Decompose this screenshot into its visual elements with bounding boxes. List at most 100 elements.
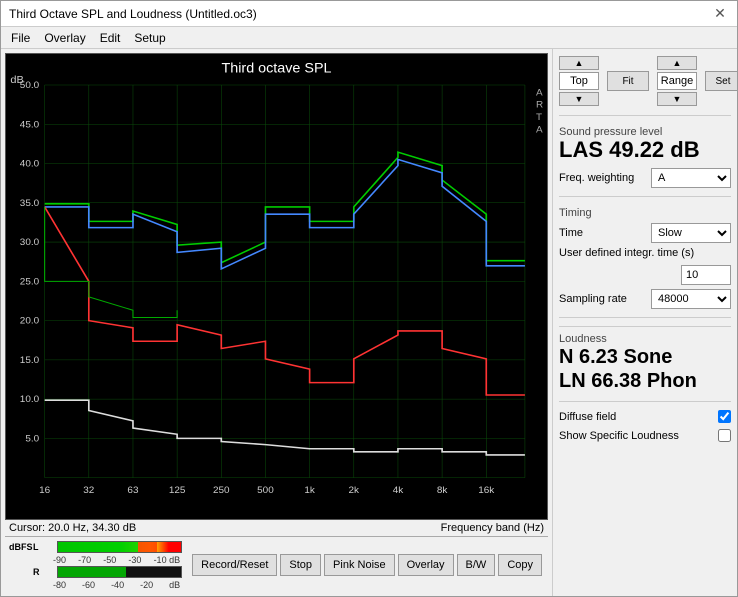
svg-text:30.0: 30.0 [20, 237, 39, 248]
diffuse-checkbox[interactable] [718, 410, 731, 423]
dbfs-label: dBFS [9, 542, 31, 552]
svg-text:5.0: 5.0 [25, 434, 39, 445]
svg-text:10.0: 10.0 [20, 395, 39, 406]
svg-text:45.0: 45.0 [20, 120, 39, 131]
overlay-button[interactable]: Overlay [398, 554, 454, 576]
divider-3 [559, 317, 731, 318]
loudness-section: Loudness N 6.23 Sone LN 66.38 Phon [559, 326, 731, 393]
tick-50: -50 [103, 555, 116, 565]
svg-text:A: A [536, 88, 543, 99]
freq-band-label: Frequency band (Hz) [441, 522, 544, 534]
pink-noise-button[interactable]: Pink Noise [324, 554, 395, 576]
level-row-top: dBFS L [9, 539, 182, 555]
l-meter [57, 541, 182, 553]
timing-section: Timing Time Slow Fast User defined integ… [559, 205, 731, 309]
tick-20: -20 [140, 580, 153, 590]
tick-40: -40 [111, 580, 124, 590]
set-control-group: Set [705, 55, 737, 107]
time-select[interactable]: Slow Fast [651, 223, 731, 243]
svg-text:8k: 8k [437, 485, 448, 496]
main-window: Third Octave SPL and Loudness (Untitled.… [0, 0, 738, 597]
menu-setup[interactable]: Setup [128, 29, 171, 47]
range-up-button[interactable]: ▲ [657, 56, 697, 70]
chart-svg: Third octave SPL dB A R T A [6, 54, 547, 519]
svg-text:16k: 16k [478, 485, 494, 496]
integr-input[interactable] [681, 265, 731, 285]
show-specific-checkbox[interactable] [718, 429, 731, 442]
tick-80: -80 [53, 580, 66, 590]
tick-90: -90 [53, 555, 66, 565]
svg-text:500: 500 [257, 485, 274, 496]
freq-weighting-row: Freq. weighting A B C Z [559, 168, 731, 188]
timing-label: Timing [559, 207, 731, 219]
svg-text:4k: 4k [393, 485, 404, 496]
copy-button[interactable]: Copy [498, 554, 542, 576]
show-specific-label: Show Specific Loudness [559, 430, 714, 442]
divider-1 [559, 115, 731, 116]
menu-overlay[interactable]: Overlay [38, 29, 91, 47]
svg-text:2k: 2k [349, 485, 360, 496]
record-reset-button[interactable]: Record/Reset [192, 554, 277, 576]
tick-70: -70 [78, 555, 91, 565]
svg-text:35.0: 35.0 [20, 198, 39, 209]
chart-area: Third octave SPL dB A R T A [1, 49, 552, 596]
svg-text:250: 250 [213, 485, 230, 496]
right-panel: ▲ Top ▼ Fit ▲ Range ▼ Set [552, 49, 737, 596]
top-control-group: ▲ Top ▼ [559, 56, 599, 106]
tick-30: -30 [128, 555, 141, 565]
show-specific-row: Show Specific Loudness [559, 429, 731, 442]
diffuse-row: Diffuse field [559, 410, 731, 423]
loudness-n-value: N 6.23 Sone [559, 345, 731, 369]
l-label: L [33, 542, 55, 552]
sampling-select[interactable]: 48000 44100 [651, 289, 731, 309]
set-button[interactable]: Set [705, 71, 737, 91]
chart-container: Third octave SPL dB A R T A [5, 53, 548, 520]
divider-4 [559, 401, 731, 402]
range-down-button[interactable]: ▼ [657, 92, 697, 106]
svg-text:1k: 1k [304, 485, 315, 496]
menu-file[interactable]: File [5, 29, 36, 47]
level-row-bottom: dBFS R [9, 565, 182, 581]
time-row: Time Slow Fast [559, 223, 731, 243]
bw-button[interactable]: B/W [457, 554, 496, 576]
range-control-group: ▲ Range ▼ [657, 56, 697, 106]
top-controls: ▲ Top ▼ Fit ▲ Range ▼ Set [559, 55, 731, 107]
cursor-info: Cursor: 20.0 Hz, 34.30 dB [9, 522, 136, 534]
tick-10db: -10 dB [154, 555, 181, 565]
freq-weighting-select[interactable]: A B C Z [651, 168, 731, 188]
svg-text:32: 32 [83, 485, 94, 496]
divider-2 [559, 196, 731, 197]
svg-text:63: 63 [127, 485, 138, 496]
range-value: Range [657, 72, 697, 90]
sampling-label: Sampling rate [559, 293, 647, 305]
svg-text:50.0: 50.0 [20, 80, 39, 91]
svg-text:15.0: 15.0 [20, 355, 39, 366]
svg-text:R: R [536, 100, 543, 111]
menu-edit[interactable]: Edit [94, 29, 127, 47]
freq-weighting-label: Freq. weighting [559, 172, 647, 184]
spl-section: Sound pressure level LAS 49.22 dB [559, 124, 731, 162]
svg-text:125: 125 [169, 485, 186, 496]
time-label: Time [559, 227, 647, 239]
fit-button[interactable]: Fit [607, 71, 649, 91]
close-button[interactable]: ✕ [711, 5, 729, 23]
chart-info-bar: Cursor: 20.0 Hz, 34.30 dB Frequency band… [5, 520, 548, 536]
svg-text:A: A [536, 125, 543, 136]
stop-button[interactable]: Stop [280, 554, 321, 576]
integr-label: User defined integr. time (s) [559, 247, 731, 259]
tick-60: -60 [82, 580, 95, 590]
svg-text:Third octave SPL: Third octave SPL [221, 60, 331, 75]
svg-text:T: T [536, 112, 542, 123]
window-title: Third Octave SPL and Loudness (Untitled.… [9, 7, 257, 21]
svg-text:16: 16 [39, 485, 50, 496]
loudness-ln-value: LN 66.38 Phon [559, 369, 731, 393]
top-down-button[interactable]: ▼ [559, 92, 599, 106]
fit-control-group: Fit [607, 55, 649, 107]
top-value: Top [559, 72, 599, 90]
buttons-section: Record/Reset Stop Pink Noise Overlay B/W… [186, 537, 548, 592]
top-up-button[interactable]: ▲ [559, 56, 599, 70]
r-meter [57, 566, 182, 578]
tick-db: dB [169, 580, 180, 590]
svg-text:20.0: 20.0 [20, 316, 39, 327]
main-content: Third octave SPL dB A R T A [1, 49, 737, 596]
